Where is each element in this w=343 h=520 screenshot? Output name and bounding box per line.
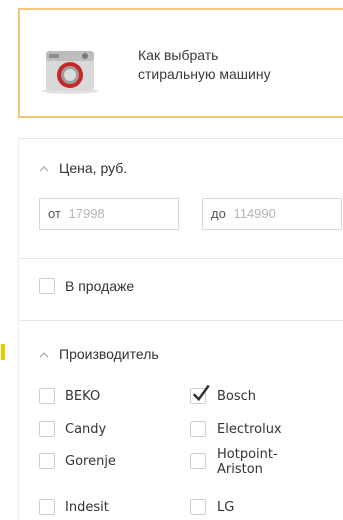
brand-label-hotpoint-line2: Ariston xyxy=(217,462,263,477)
price-to-prefix: до xyxy=(211,206,226,221)
how-to-choose-promo[interactable]: Как выбрать стиральную машину xyxy=(18,8,343,118)
price-from-input[interactable]: от 17998 xyxy=(39,198,179,230)
divider xyxy=(19,258,343,259)
brand-label-bosch[interactable]: Bosch xyxy=(217,389,256,404)
price-from-prefix: от xyxy=(48,206,61,221)
manufacturer-accent-bar xyxy=(1,344,5,360)
brand-checkbox-candy[interactable] xyxy=(39,421,55,437)
checkmark-icon xyxy=(192,384,210,402)
brand-checkbox-lg[interactable] xyxy=(190,499,206,515)
brand-label-lg[interactable]: LG xyxy=(217,500,234,515)
brand-label-candy[interactable]: Candy xyxy=(65,422,106,437)
price-to-input[interactable]: до 114990 xyxy=(202,198,342,230)
in-stock-label[interactable]: В продаже xyxy=(65,279,134,294)
price-section-title: Цена, руб. xyxy=(59,160,128,176)
promo-line-2: стиральную машину xyxy=(138,66,271,82)
price-section-toggle[interactable]: Цена, руб. xyxy=(39,160,127,176)
in-stock-checkbox[interactable] xyxy=(39,278,55,294)
brand-label-hotpoint-ariston[interactable]: Hotpoint- Ariston xyxy=(217,447,278,477)
filter-panel: Цена, руб. от 17998 до 114990 В продаже … xyxy=(1,138,343,520)
brand-label-electrolux[interactable]: Electrolux xyxy=(217,422,282,437)
manufacturer-section-toggle[interactable]: Производитель xyxy=(39,346,159,362)
brand-checkbox-gorenje[interactable] xyxy=(39,453,55,469)
brand-checkbox-indesit[interactable] xyxy=(39,499,55,515)
brand-label-beko[interactable]: BEKO xyxy=(65,389,100,404)
brand-checkbox-electrolux[interactable] xyxy=(190,421,206,437)
price-from-placeholder: 17998 xyxy=(68,206,105,221)
brand-checkbox-beko[interactable] xyxy=(39,388,55,404)
divider xyxy=(19,320,343,321)
promo-text[interactable]: Как выбрать стиральную машину xyxy=(138,46,338,84)
brand-checkbox-bosch[interactable] xyxy=(190,384,210,404)
promo-line-1: Как выбрать xyxy=(138,47,219,63)
chevron-up-icon xyxy=(39,166,49,172)
washing-machine-icon xyxy=(42,51,98,94)
brand-label-gorenje[interactable]: Gorenje xyxy=(65,454,116,469)
divider xyxy=(19,138,343,139)
price-to-placeholder: 114990 xyxy=(233,206,276,221)
brand-label-indesit[interactable]: Indesit xyxy=(65,500,109,515)
manufacturer-section-title: Производитель xyxy=(59,346,159,362)
brand-label-hotpoint-line1: Hotpoint- xyxy=(217,447,278,462)
brand-checkbox-hotpoint-ariston[interactable] xyxy=(190,453,206,469)
chevron-up-icon xyxy=(39,352,49,358)
